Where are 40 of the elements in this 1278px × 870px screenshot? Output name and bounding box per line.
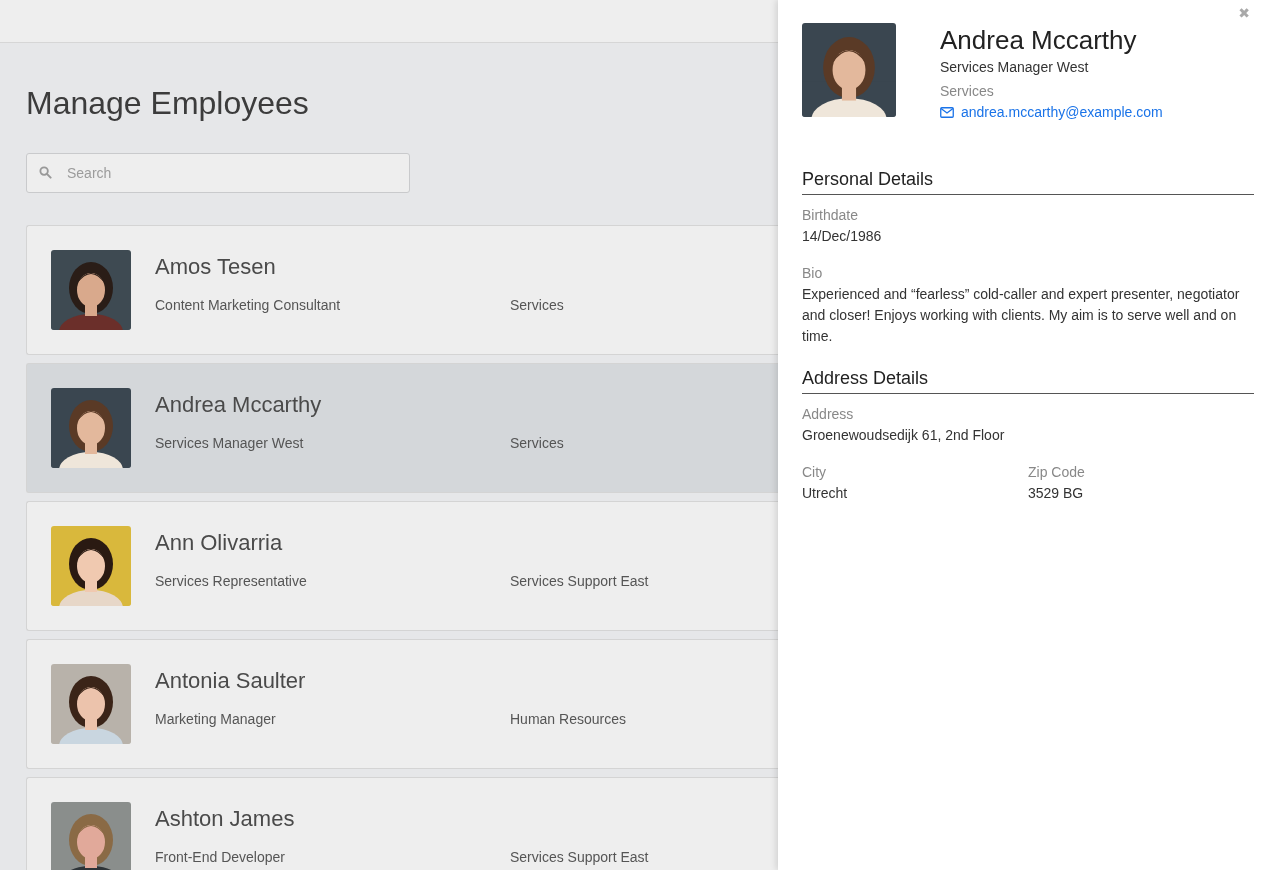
employee-department: Services Support East	[510, 849, 649, 865]
employee-card[interactable]: Andrea Mccarthy Services Manager West Services	[26, 363, 778, 493]
employee-name: Andrea Mccarthy	[155, 392, 323, 418]
email-link[interactable]: andrea.mccarthy@example.com	[940, 104, 1163, 120]
field-value: 14/Dec/1986	[802, 226, 882, 246]
search-field[interactable]: Search	[26, 153, 410, 193]
employee-department: Services	[510, 297, 564, 313]
field-label: Birthdate	[802, 205, 860, 225]
search-icon	[39, 166, 52, 179]
field-label: City	[802, 462, 828, 482]
employee-role: Content Marketing Consultant	[155, 297, 342, 313]
employee-department: Services Support East	[510, 573, 649, 589]
employee-role: Services Representative	[155, 573, 308, 589]
field-value: Experienced and “fearless” cold-caller and expert presenter, negotiator and closer! Enjoys working with clients. My aim is to serve well and on time.	[802, 284, 1241, 346]
field-label: Zip Code	[1028, 462, 1086, 482]
field-value: Groenewoudsedijk 61, 2nd Floor	[802, 425, 1005, 445]
employee-name: Andrea Mccarthy	[940, 25, 1138, 55]
employee-name: Amos Tesen	[155, 254, 277, 280]
employee-name: Antonia Saulter	[155, 668, 307, 694]
employee-role: Front-End Developer	[155, 849, 286, 865]
employee-title: Services Manager West	[940, 59, 1090, 75]
employee-role: Marketing Manager	[155, 711, 277, 727]
employee-department: Services	[940, 83, 995, 99]
employee-role: Services Manager West	[155, 435, 305, 451]
employee-department: Human Resources	[510, 711, 626, 727]
employee-card[interactable]: Antonia Saulter Marketing Manager Human Resources	[26, 639, 778, 769]
field-value: Utrecht	[802, 483, 849, 503]
employee-department: Services	[510, 435, 564, 451]
page-title: Manage Employees	[26, 84, 309, 123]
employee-card[interactable]: Ann Olivarria Services Representative Services Support East	[26, 501, 778, 631]
employee-name: Ann Olivarria	[155, 530, 284, 556]
employee-card[interactable]: Ashton James Front-End Developer Services Support East	[26, 777, 778, 870]
section-heading: Personal Details	[802, 167, 1254, 195]
section-heading: Address Details	[802, 366, 1254, 394]
employee-card[interactable]: Amos Tesen Content Marketing Consultant Services	[26, 225, 778, 355]
field-value: 3529 BG	[1028, 483, 1085, 503]
field-label: Bio	[802, 263, 824, 283]
mail-icon	[940, 106, 954, 118]
field-label: Address	[802, 404, 855, 424]
employee-name: Ashton James	[155, 806, 296, 832]
